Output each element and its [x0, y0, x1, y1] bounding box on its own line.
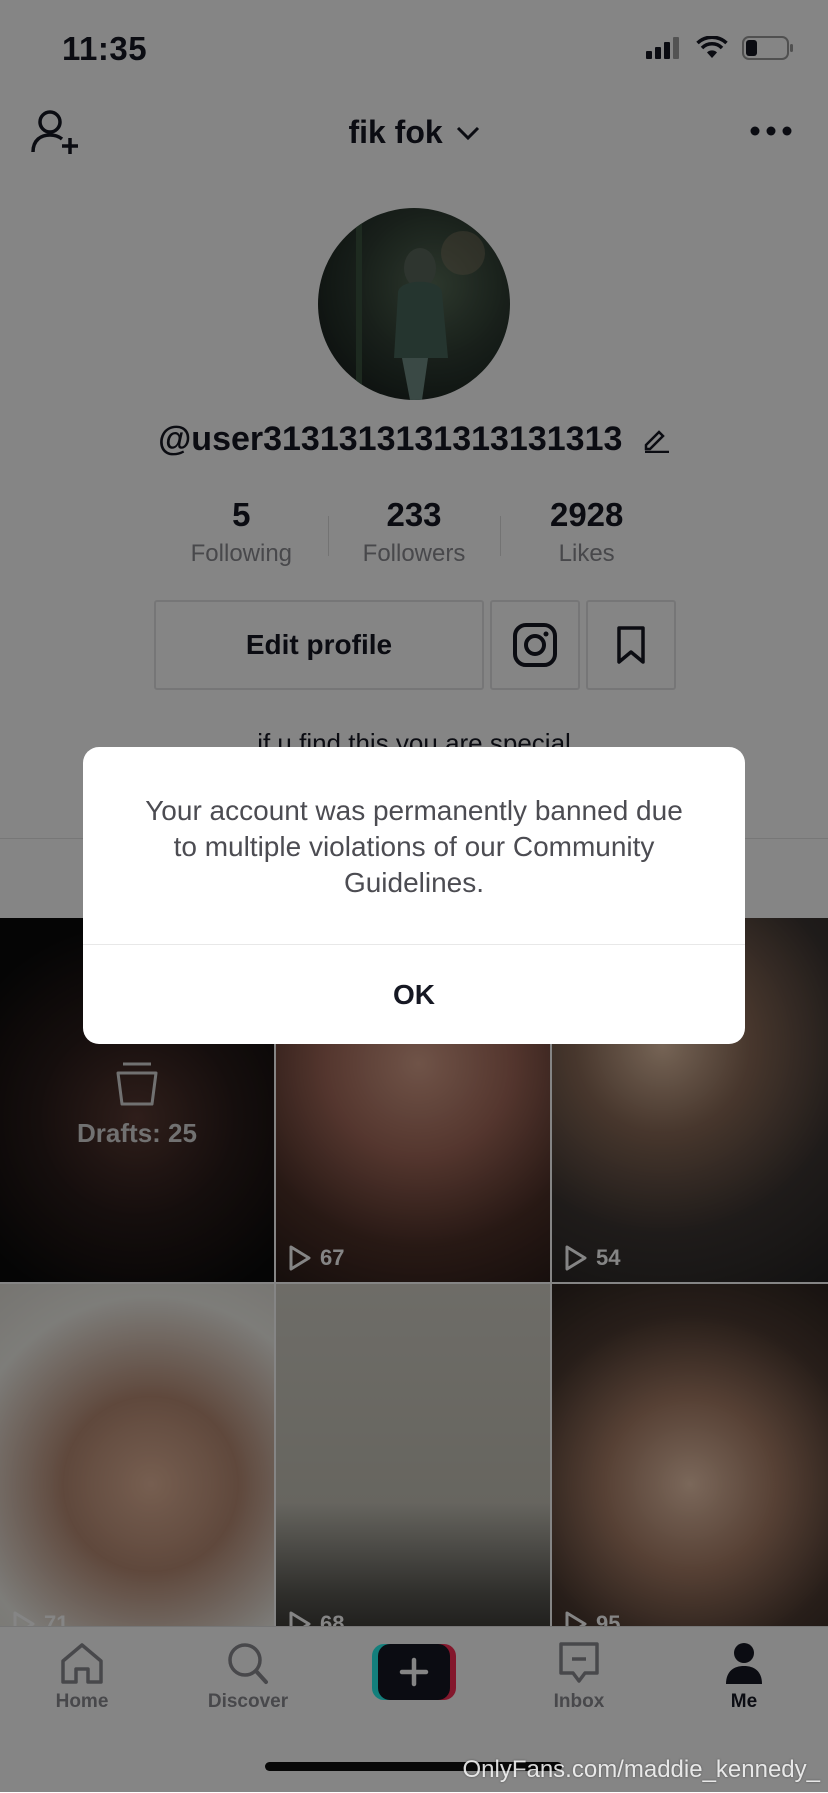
watermark: OnlyFans.com/maddie_kennedy_	[462, 1756, 820, 1783]
ban-dialog: Your account was permanently banned due …	[83, 747, 745, 1044]
ban-message: Your account was permanently banned due …	[145, 795, 683, 898]
ok-button[interactable]: OK	[83, 945, 745, 1044]
